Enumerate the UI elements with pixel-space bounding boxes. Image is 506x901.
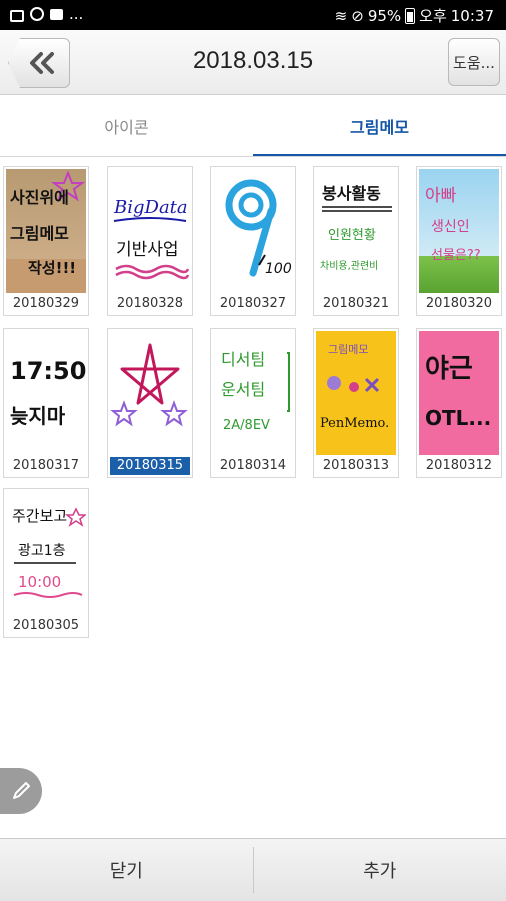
- svg-text:10:00: 10:00: [18, 573, 61, 591]
- do-not-disturb-icon: ⊘: [351, 7, 364, 25]
- memo-handwriting: 디서팀: [221, 350, 265, 369]
- back-button[interactable]: [8, 38, 70, 88]
- tab-divider: [0, 156, 506, 157]
- pen-button[interactable]: [0, 768, 42, 814]
- memo-tile[interactable]: 사진위에 그림메모 작성!!! 20180329: [3, 166, 89, 316]
- memo-handwriting: 야근: [425, 354, 473, 384]
- memo-date: 20180327: [211, 295, 295, 313]
- battery-percent: 95%: [368, 7, 401, 25]
- svg-text:인원현황: 인원현황: [328, 228, 376, 243]
- memo-date: 20180315: [110, 457, 190, 475]
- svg-text:선물은??: 선물은??: [431, 248, 481, 263]
- wifi-icon: ≋: [335, 7, 348, 25]
- minus-circle-icon: [30, 7, 44, 21]
- title-bar: 2018.03.15 도움...: [0, 30, 506, 95]
- battery-icon: [405, 8, 415, 24]
- svg-text:늦지마: 늦지마: [10, 404, 66, 428]
- memo-tile[interactable]: 주간보고 광고1층 10:00 20180305: [3, 488, 89, 638]
- memo-thumbnail: 디서팀 운서팀 2A/8EV: [213, 331, 293, 455]
- memo-date: 20180317: [4, 457, 88, 475]
- memo-date: 20180320: [417, 295, 501, 313]
- svg-text:OTL...: OTL...: [425, 406, 491, 430]
- memo-thumbnail: 사진위에 그림메모 작성!!!: [6, 169, 86, 293]
- bottom-action-bar: 닫기 추가: [0, 838, 506, 901]
- memo-tile[interactable]: 그림메모 PenMemo. 20180313: [313, 328, 399, 478]
- memo-date: 20180329: [4, 295, 88, 313]
- close-button[interactable]: 닫기: [0, 839, 253, 901]
- memo-thumbnail: 주간보고 광고1층 10:00: [6, 491, 86, 615]
- memo-thumbnail: [110, 331, 190, 455]
- memo-thumbnail: 봉사활동 인원현황 차비용,관련비: [316, 169, 396, 293]
- clock-time: 10:37: [451, 7, 494, 25]
- pencil-icon: [10, 780, 32, 802]
- svg-text:광고1층: 광고1층: [18, 543, 66, 559]
- page-title: 2018.03.15: [120, 47, 386, 75]
- memo-thumbnail: 아빠 생신인 선물은??: [419, 169, 499, 293]
- memo-thumbnail: BigData 기반사업: [110, 169, 190, 293]
- memo-tile[interactable]: 야근 OTL... 20180312: [416, 328, 502, 478]
- memo-date: 20180321: [314, 295, 398, 313]
- memo-tile[interactable]: 아빠 생신인 선물은?? 20180320: [416, 166, 502, 316]
- tab-drawing-memo[interactable]: 그림메모: [253, 95, 506, 157]
- svg-text:기반사업: 기반사업: [116, 240, 179, 260]
- memo-tile[interactable]: BigData 기반사업 20180328: [107, 166, 193, 316]
- double-chevron-left-icon: [27, 51, 57, 75]
- memo-date: 20180312: [417, 457, 501, 475]
- memo-thumbnail: 야근 OTL...: [419, 331, 499, 455]
- memo-tile[interactable]: 17:50 늦지마 20180317: [3, 328, 89, 478]
- memo-date: 20180314: [211, 457, 295, 475]
- status-bar: ... ≋ ⊘ 95% 오후 10:37: [0, 0, 506, 30]
- svg-text:PenMemo.: PenMemo.: [320, 416, 389, 431]
- help-button[interactable]: 도움...: [448, 38, 500, 86]
- svg-text:100: 100: [265, 261, 292, 277]
- memo-date: 20180305: [4, 617, 88, 635]
- memo-date: 20180328: [108, 295, 192, 313]
- memo-date: 20180313: [314, 457, 398, 475]
- memo-thumbnail: 17:50 늦지마: [6, 331, 86, 455]
- memo-thumbnail: 9 100: [213, 169, 293, 293]
- clock-ampm: 오후: [419, 5, 447, 26]
- memo-tile[interactable]: 디서팀 운서팀 2A/8EV 20180314: [210, 328, 296, 478]
- memo-tile-selected[interactable]: 20180315: [107, 328, 193, 478]
- svg-text:2A/8EV: 2A/8EV: [223, 418, 270, 433]
- tab-bar: 아이콘 그림메모: [0, 95, 506, 157]
- svg-text:그림메모: 그림메모: [10, 224, 69, 243]
- svg-text:운서팀: 운서팀: [221, 380, 265, 399]
- memo-handwriting: 주간보고: [12, 507, 67, 525]
- message-icon: [50, 9, 63, 20]
- shopping-bag-icon: [10, 10, 24, 22]
- memo-handwriting: 사진위에: [10, 188, 69, 207]
- memo-thumbnail: 그림메모 PenMemo.: [316, 331, 396, 455]
- memo-handwriting: BigData: [113, 197, 188, 218]
- tab-icon[interactable]: 아이콘: [0, 95, 253, 157]
- memo-handwriting: 17:50: [10, 357, 86, 385]
- memo-handwriting: 그림메모: [328, 343, 368, 356]
- add-button[interactable]: 추가: [254, 839, 506, 901]
- svg-text:작성!!!: 작성!!!: [28, 259, 76, 277]
- more-notifications: ...: [69, 5, 83, 23]
- memo-handwriting: 봉사활동: [322, 184, 381, 203]
- memo-tile[interactable]: 봉사활동 인원현황 차비용,관련비 20180321: [313, 166, 399, 316]
- svg-text:생신인: 생신인: [431, 219, 470, 235]
- memo-tile[interactable]: 9 100 20180327: [210, 166, 296, 316]
- svg-text:차비용,관련비: 차비용,관련비: [320, 260, 378, 272]
- memo-handwriting: 아빠: [425, 186, 457, 206]
